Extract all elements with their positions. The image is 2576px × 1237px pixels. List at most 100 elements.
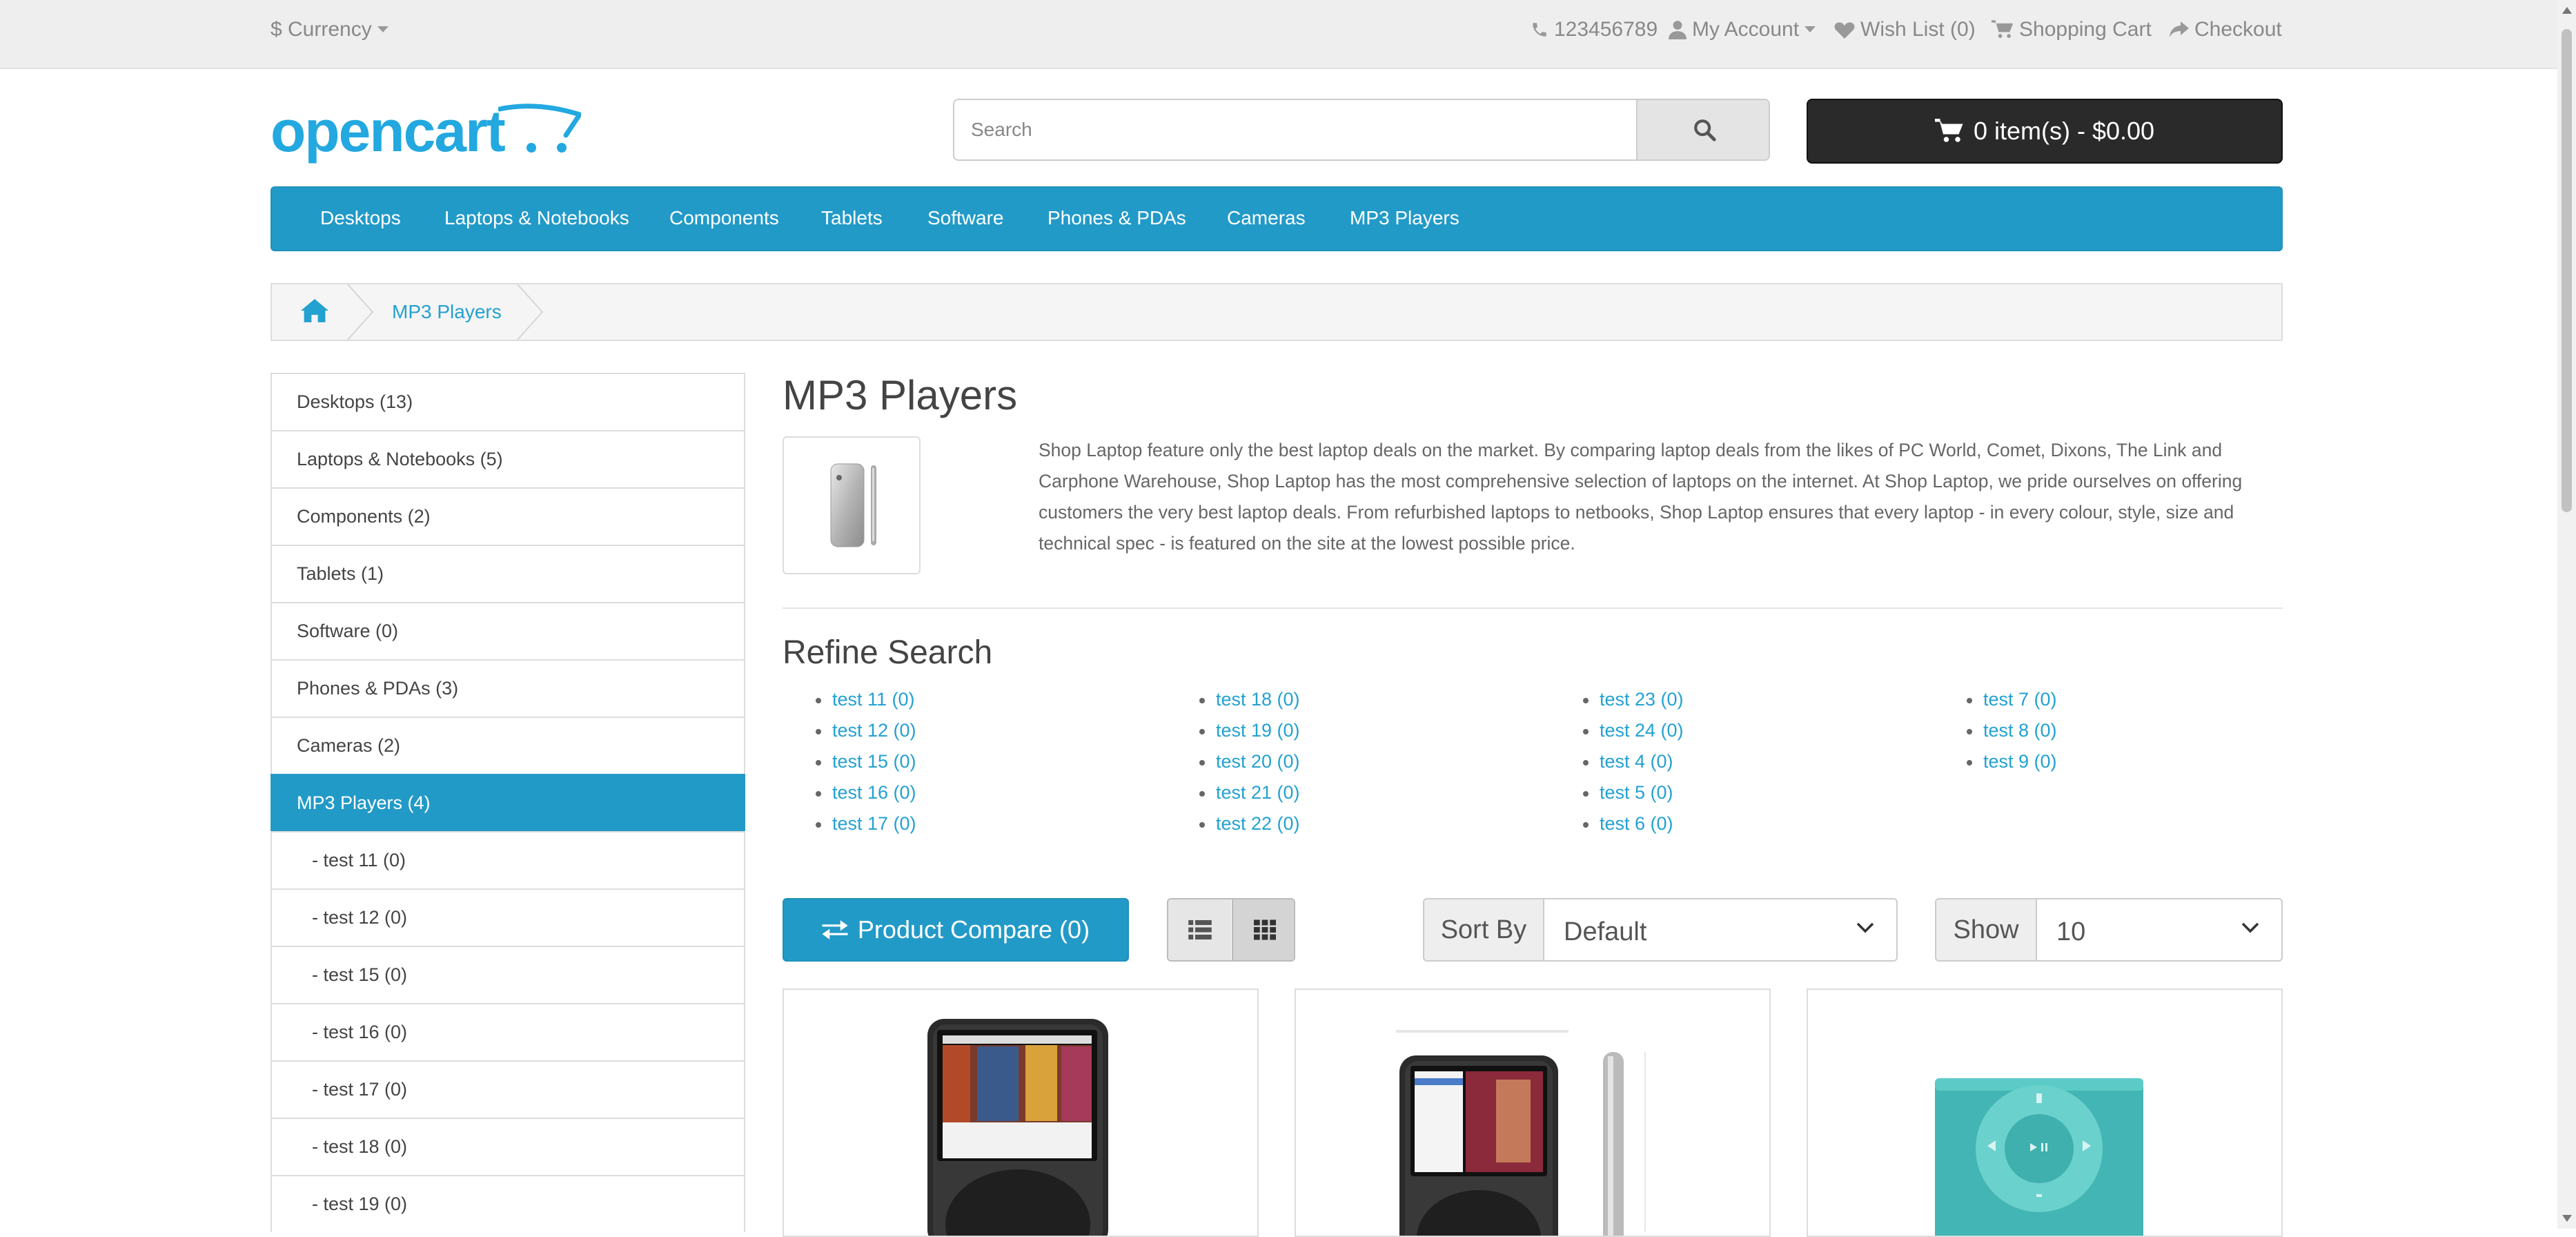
cart-icon	[1992, 20, 2013, 38]
menu-item-software[interactable]: Software	[927, 207, 1004, 229]
breadcrumb-home[interactable]	[301, 298, 328, 327]
category-sidebar: Desktops (13) Laptops & Notebooks (5) Co…	[271, 373, 745, 1232]
list-view-button[interactable]	[1168, 899, 1231, 960]
grid-view-button[interactable]	[1232, 899, 1294, 960]
search-button[interactable]	[1636, 100, 1769, 159]
refine-link-test-8[interactable]: test 8 (0)	[1967, 720, 2057, 741]
product-card[interactable]	[783, 988, 1259, 1237]
refine-link-test-4[interactable]: test 4 (0)	[1583, 751, 1673, 772]
refine-link-test-24[interactable]: test 24 (0)	[1583, 720, 1684, 741]
checkout-label: Checkout	[2194, 18, 2282, 41]
scroll-up-arrow[interactable]	[2562, 7, 2572, 14]
my-account-dropdown[interactable]: My Account	[1669, 18, 1816, 41]
search-group	[953, 99, 1770, 161]
sidebar-item-software[interactable]: Software (0)	[271, 602, 745, 659]
sidebar-item-label: Cameras (2)	[297, 735, 401, 756]
phone-link[interactable]: 123456789	[1531, 18, 1658, 41]
wishlist-link[interactable]: Wish List (0)	[1834, 18, 1976, 41]
show-label: Show	[1936, 899, 2037, 960]
menu-item-cameras[interactable]: Cameras	[1227, 207, 1306, 229]
menu-item-tablets[interactable]: Tablets	[821, 207, 883, 229]
sidebar-item-label: Phones & PDAs (3)	[297, 678, 459, 699]
sidebar-item-components[interactable]: Components (2)	[271, 487, 745, 545]
sidebar-item-label: Software (0)	[297, 621, 399, 641]
phone-icon	[1533, 23, 1546, 37]
sidebar-item-label: - test 17 (0)	[312, 1079, 408, 1100]
breadcrumb-current[interactable]: MP3 Players	[392, 301, 502, 323]
sidebar-item-tablets[interactable]: Tablets (1)	[271, 545, 745, 602]
sidebar-item-label: - test 16 (0)	[312, 1022, 408, 1042]
menu-item-laptops-notebooks[interactable]: Laptops & Notebooks	[444, 207, 629, 229]
breadcrumb: MP3 Players	[271, 283, 2283, 341]
heart-icon	[1834, 22, 1855, 39]
refine-link-test-23[interactable]: test 23 (0)	[1583, 689, 1684, 710]
refine-link-test-18[interactable]: test 18 (0)	[1199, 689, 1300, 710]
breadcrumb-separator	[347, 284, 374, 340]
sort-select-value[interactable]: Default	[1564, 917, 1646, 947]
chevron-down-icon[interactable]	[1856, 922, 1875, 934]
exchange-icon	[822, 920, 848, 939]
refine-link-test-15[interactable]: test 15 (0)	[816, 751, 916, 772]
refine-link-test-19[interactable]: test 19 (0)	[1199, 720, 1300, 741]
wishlist-label: Wish List (0)	[1860, 18, 1976, 41]
cart-button[interactable]: 0 item(s) - $0.00	[1807, 99, 2283, 164]
phone-number: 123456789	[1554, 18, 1658, 41]
shopping-cart-link[interactable]: Shopping Cart	[1992, 18, 2152, 41]
refine-link-test-6[interactable]: test 6 (0)	[1583, 813, 1673, 835]
checkout-link[interactable]: Checkout	[2170, 18, 2282, 41]
refine-link-test-12[interactable]: test 12 (0)	[816, 720, 916, 741]
show-select-value[interactable]: 10	[2056, 917, 2085, 947]
product-card[interactable]	[1807, 988, 2283, 1237]
refine-link-test-5[interactable]: test 5 (0)	[1583, 782, 1673, 803]
sidebar-item-label: - test 11 (0)	[312, 850, 406, 870]
sidebar-item-label: Laptops & Notebooks (5)	[297, 449, 503, 469]
caret-down-icon	[1805, 26, 1816, 32]
refine-link-test-11[interactable]: test 11 (0)	[816, 689, 915, 710]
sidebar-item-test-12[interactable]: - test 12 (0)	[271, 888, 745, 946]
menu-item-components[interactable]: Components	[669, 207, 779, 229]
grid-icon	[1253, 919, 1276, 940]
category-description: Shop Laptop feature only the best laptop…	[1039, 440, 2243, 554]
sidebar-item-label: Components (2)	[297, 506, 431, 527]
logo-text: opencart	[271, 99, 506, 164]
scrollbar-thumb[interactable]	[2562, 29, 2572, 512]
refine-link-test-17[interactable]: test 17 (0)	[816, 813, 916, 835]
sidebar-item-test-19[interactable]: - test 19 (0)	[271, 1175, 745, 1232]
sidebar-item-test-16[interactable]: - test 16 (0)	[271, 1003, 745, 1060]
refine-link-test-21[interactable]: test 21 (0)	[1199, 782, 1300, 803]
sidebar-item-test-18[interactable]: - test 18 (0)	[271, 1118, 745, 1175]
search-input[interactable]	[954, 100, 1636, 159]
vertical-scrollbar[interactable]	[2557, 0, 2576, 1229]
page-title: MP3 Players	[783, 372, 1018, 418]
refine-link-test-22[interactable]: test 22 (0)	[1199, 813, 1300, 835]
sidebar-item-laptops-notebooks[interactable]: Laptops & Notebooks (5)	[271, 430, 745, 487]
sidebar-item-test-17[interactable]: - test 17 (0)	[271, 1060, 745, 1118]
menu-item-desktops[interactable]: Desktops	[320, 207, 401, 229]
sidebar-item-cameras[interactable]: Cameras (2)	[271, 717, 745, 774]
product-card[interactable]	[1295, 988, 1771, 1237]
menu-item-phones-pdas[interactable]: Phones & PDAs	[1048, 207, 1186, 229]
sidebar-item-label: - test 12 (0)	[312, 907, 408, 928]
product-compare-label: Product Compare (0)	[857, 915, 1090, 944]
list-icon	[1188, 920, 1212, 939]
currency-dropdown[interactable]: $ Currency	[271, 18, 389, 41]
refine-link-test-9[interactable]: test 9 (0)	[1967, 751, 2057, 772]
scroll-down-arrow[interactable]	[2562, 1215, 2572, 1222]
sidebar-item-label: MP3 Players (4)	[297, 792, 431, 813]
caret-down-icon	[377, 26, 389, 32]
chevron-down-icon[interactable]	[2241, 922, 2260, 934]
ipod-classic-image	[830, 463, 876, 547]
menu-item-mp3-players[interactable]: MP3 Players	[1350, 207, 1459, 229]
refine-link-test-16[interactable]: test 16 (0)	[816, 782, 916, 803]
sidebar-item-test-15[interactable]: - test 15 (0)	[271, 946, 745, 1003]
sidebar-item-phones-pdas[interactable]: Phones & PDAs (3)	[271, 659, 745, 717]
sidebar-item-test-11[interactable]: - test 11 (0)	[271, 831, 745, 888]
sidebar-item-desktops[interactable]: Desktops (13)	[271, 373, 745, 430]
sidebar-item-mp3-players[interactable]: MP3 Players (4)	[271, 774, 745, 831]
opencart-logo[interactable]: opencart	[271, 97, 581, 166]
refine-link-test-7[interactable]: test 7 (0)	[1967, 689, 2057, 710]
refine-link-test-20[interactable]: test 20 (0)	[1199, 751, 1300, 772]
cart-summary: 0 item(s) - $0.00	[1973, 117, 2155, 145]
product-compare-button[interactable]: Product Compare (0)	[783, 898, 1129, 962]
divider	[783, 607, 2283, 609]
